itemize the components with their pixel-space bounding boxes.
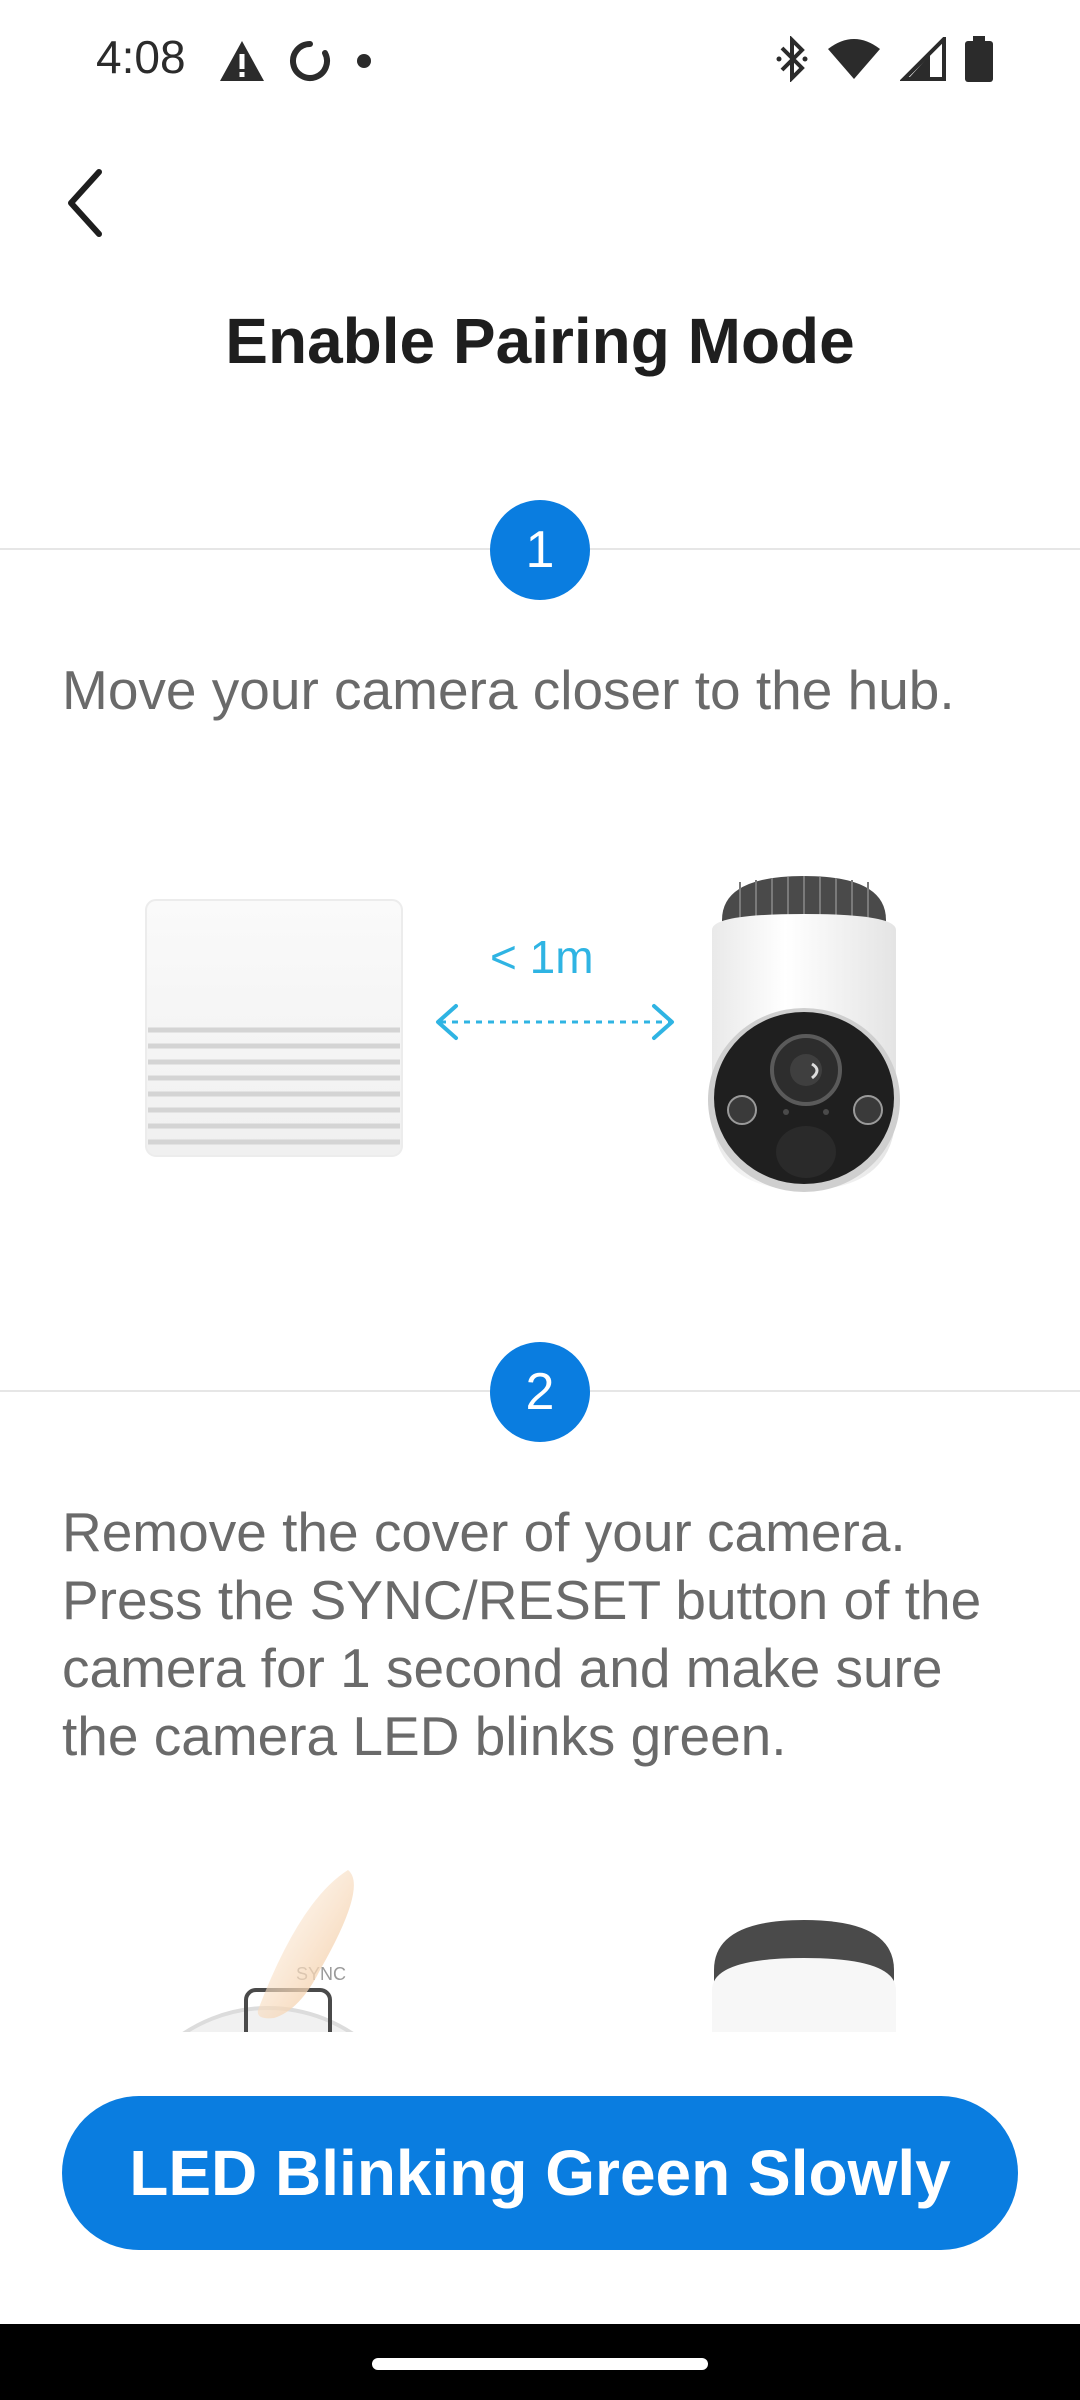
hub-image	[145, 899, 403, 1157]
status-time: 4:08	[96, 31, 186, 83]
circle-notification-icon	[288, 39, 332, 88]
page-title: Enable Pairing Mode	[225, 305, 855, 377]
back-button[interactable]	[40, 160, 130, 250]
led-blinking-green-slowly-button[interactable]: LED Blinking Green Slowly	[62, 2096, 1018, 2250]
step-2-text: Remove the cover of your camera. Press t…	[62, 1501, 982, 1767]
status-right-icons	[776, 33, 994, 88]
status-bar: 4:08	[0, 0, 1080, 124]
step-2-badge: 2	[490, 1342, 590, 1442]
home-indicator[interactable]	[372, 2358, 708, 2370]
wifi-icon	[826, 37, 882, 86]
chevron-left-icon	[63, 168, 107, 243]
bluetooth-icon	[776, 34, 808, 87]
step-1-badge: 1	[490, 500, 590, 600]
step-1-text: Move your camera closer to the hub.	[62, 659, 955, 721]
warning-icon	[218, 39, 266, 88]
distance-arrow	[436, 1004, 674, 1040]
camera-image	[708, 876, 900, 1192]
hub-camera-distance-illustration	[0, 860, 1080, 1220]
sync-button-illustration: SYNC	[0, 1860, 1080, 2032]
status-left-icons	[218, 38, 374, 88]
dot-icon	[354, 51, 374, 76]
battery-icon	[964, 35, 994, 88]
cell-signal-icon	[899, 33, 946, 86]
distance-label: < 1m	[490, 931, 594, 983]
